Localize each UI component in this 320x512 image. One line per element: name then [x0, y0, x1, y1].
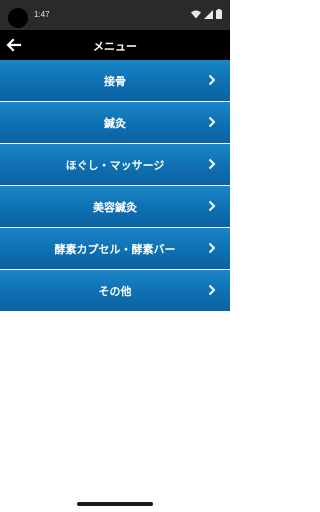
status-time: 1:47 [34, 10, 50, 19]
menu-item-label: 酵素カプセル・酵素バー [54, 243, 176, 256]
menu-item-acupuncture[interactable]: 鍼灸 [0, 102, 230, 143]
menu-item-label: 鍼灸 [104, 117, 126, 130]
menu-item-label: 接骨 [104, 75, 126, 88]
page-title: メニュー [93, 40, 137, 53]
status-bar: 1:47 [0, 0, 230, 30]
navigation-bar [0, 497, 230, 512]
chevron-right-icon [208, 200, 216, 212]
chevron-right-icon [208, 158, 216, 170]
chevron-right-icon [208, 242, 216, 254]
menu-item-enzyme[interactable]: 酵素カプセル・酵素バー [0, 228, 230, 269]
home-indicator[interactable] [77, 502, 153, 506]
chevron-right-icon [208, 116, 216, 128]
menu-item-beauty-acupuncture[interactable]: 美容鍼灸 [0, 186, 230, 227]
menu-item-other[interactable]: その他 [0, 270, 230, 311]
menu-item-label: 美容鍼灸 [93, 201, 137, 214]
wifi-icon [191, 10, 201, 18]
menu-item-label: その他 [98, 285, 132, 298]
menu-item-label: ほぐし・マッサージ [65, 159, 165, 172]
app-bar: メニュー [0, 30, 230, 60]
chevron-right-icon [208, 74, 216, 86]
chevron-right-icon [208, 284, 216, 296]
cellular-icon [204, 9, 213, 19]
screen: 1:47 メニュー 接骨 鍼灸 ほぐし・マッサージ 美容鍼灸 酵素カプセル・酵素… [0, 0, 230, 512]
menu-list: 接骨 鍼灸 ほぐし・マッサージ 美容鍼灸 酵素カプセル・酵素バー その他 [0, 60, 230, 312]
menu-item-bone-setting[interactable]: 接骨 [0, 60, 230, 101]
menu-item-massage[interactable]: ほぐし・マッサージ [0, 144, 230, 185]
status-icons [191, 9, 222, 19]
battery-icon [216, 9, 222, 19]
camera-cutout [8, 8, 28, 28]
